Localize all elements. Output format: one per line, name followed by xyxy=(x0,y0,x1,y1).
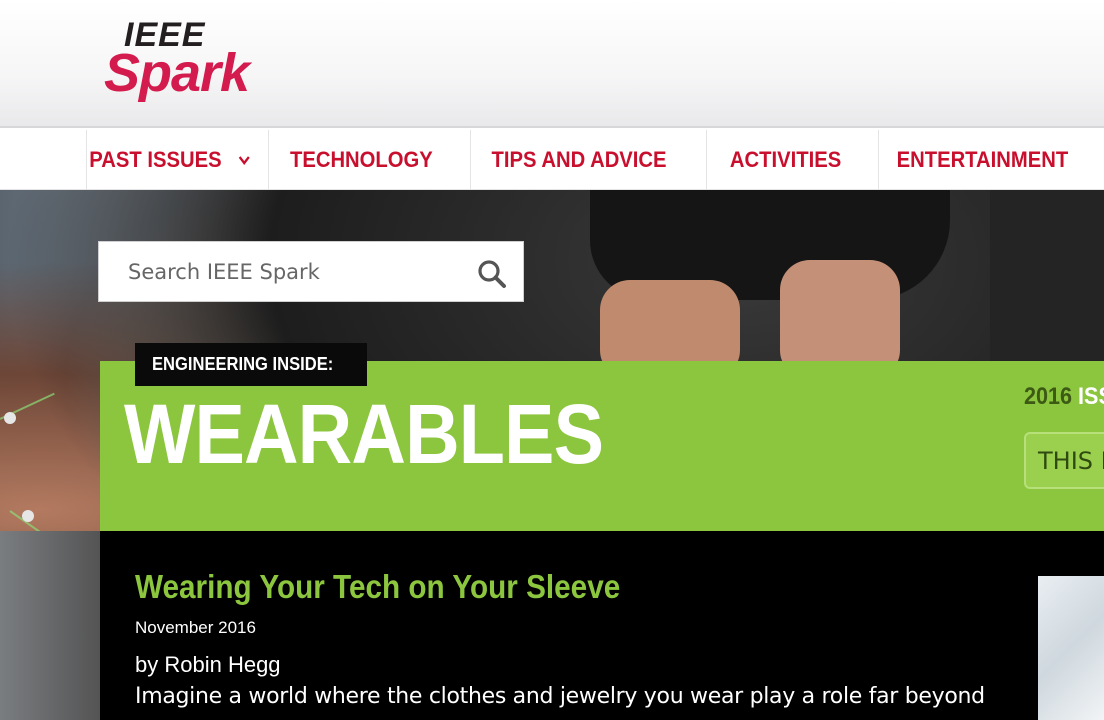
article-author: by Robin Hegg xyxy=(135,652,281,677)
issue-label: ISS xyxy=(1078,383,1104,410)
article-body-text: Imagine a world where the clothes and je… xyxy=(135,684,985,709)
issue-year: 2016 xyxy=(1024,383,1073,410)
this-issue-button[interactable]: THIS IS xyxy=(1024,432,1104,489)
issue-heading: 2016 ISS xyxy=(1024,383,1104,411)
main-navigation: PAST ISSUES TECHNOLOGY TIPS AND ADVICE A… xyxy=(0,130,1104,190)
section-title: WEARABLES xyxy=(124,387,604,481)
nav-item-tips-and-advice[interactable]: TIPS AND ADVICE xyxy=(470,130,687,190)
nav-item-past-issues[interactable]: PAST ISSUES xyxy=(86,130,253,190)
search-icon[interactable] xyxy=(477,259,507,289)
ieee-spark-logo[interactable]: IEEE Spark xyxy=(104,18,284,104)
article-image[interactable] xyxy=(1038,576,1104,720)
logo-spark-text: Spark xyxy=(104,43,250,103)
nav-item-label: PAST ISSUES xyxy=(89,147,222,172)
eyebrow-text: ENGINEERING INSIDE: xyxy=(152,354,334,374)
nav-item-label: ENTERTAINMENT xyxy=(896,147,1069,172)
circuit-node xyxy=(4,412,16,424)
article-date: November 2016 xyxy=(135,618,256,637)
search-input[interactable] xyxy=(128,259,478,284)
section-eyebrow-label: ENGINEERING INSIDE: xyxy=(135,343,367,386)
circuit-node xyxy=(22,510,34,522)
nav-item-label: ACTIVITIES xyxy=(729,147,842,172)
article-title[interactable]: Wearing Your Tech on Your Sleeve xyxy=(135,568,620,606)
nav-item-entertainment[interactable]: ENTERTAINMENT xyxy=(878,130,1086,190)
nav-item-label: TIPS AND ADVICE xyxy=(491,147,667,172)
nav-item-label: TECHNOLOGY xyxy=(289,147,433,172)
nav-item-technology[interactable]: TECHNOLOGY xyxy=(268,130,454,190)
nav-item-activities[interactable]: ACTIVITIES xyxy=(706,130,864,190)
hero-background-image xyxy=(0,531,100,720)
search-bar xyxy=(98,241,524,302)
hero-photo-detail xyxy=(990,190,1104,370)
chevron-down-icon xyxy=(239,156,251,165)
site-header: IEEE Spark xyxy=(0,0,1104,128)
